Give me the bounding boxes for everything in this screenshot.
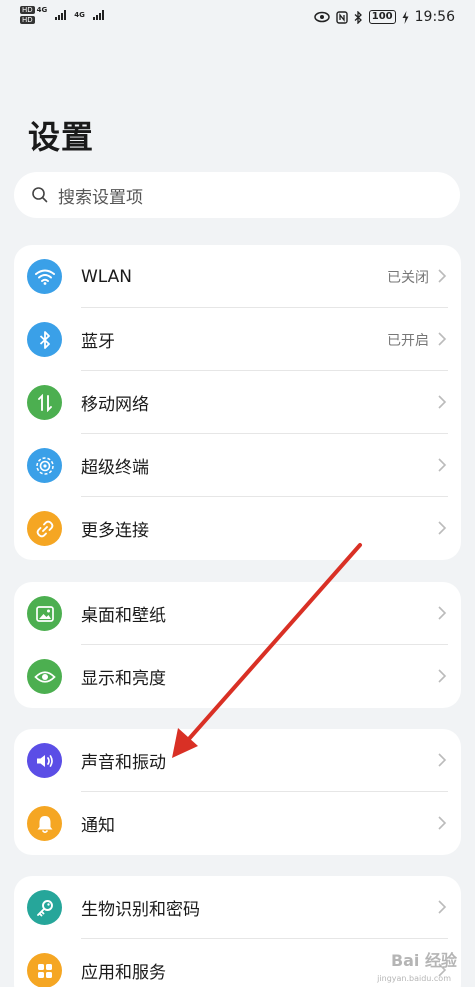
setting-status: 已关闭 xyxy=(387,269,429,286)
sim2-signal-icon xyxy=(92,10,104,20)
link-icon xyxy=(27,511,62,546)
sim1-network-type: 4G xyxy=(36,6,48,14)
setting-label: 蓝牙 xyxy=(81,332,115,352)
setting-label: 声音和振动 xyxy=(81,753,166,773)
setting-status: 已开启 xyxy=(387,332,429,349)
wallpaper-icon xyxy=(27,596,62,631)
chevron-right-icon xyxy=(438,332,447,346)
status-bar: HD 4G HD 4G 100 19:56 xyxy=(0,0,475,38)
search-icon xyxy=(32,187,48,203)
chevron-right-icon xyxy=(438,606,447,620)
bluetooth-status-icon xyxy=(354,10,362,24)
super-device-icon xyxy=(27,448,62,483)
nfc-icon xyxy=(336,10,348,24)
sim2-network-type: 4G xyxy=(74,11,85,19)
watermark-url: jingyan.baidu.com xyxy=(377,974,451,983)
chevron-right-icon xyxy=(438,269,447,283)
setting-label: 应用和服务 xyxy=(81,963,166,983)
chevron-right-icon xyxy=(438,521,447,535)
chevron-right-icon xyxy=(438,900,447,914)
sim1-signal-icon xyxy=(55,10,67,20)
setting-label: 显示和亮度 xyxy=(81,669,166,689)
bell-icon xyxy=(27,806,62,841)
setting-notifications[interactable]: 通知 xyxy=(14,792,461,855)
settings-group-sound: 声音和振动 通知 xyxy=(14,729,461,855)
watermark-logo: Bai 经验 xyxy=(390,951,457,970)
page-title: 设置 xyxy=(28,118,95,156)
signal-indicators: HD 4G HD 4G xyxy=(20,6,104,24)
sim1-row: HD 4G xyxy=(20,6,47,14)
chevron-right-icon xyxy=(438,669,447,683)
volume-icon xyxy=(27,743,62,778)
chevron-right-icon xyxy=(438,395,447,409)
sim2-hd-tag: HD xyxy=(20,16,35,24)
wifi-icon xyxy=(27,259,62,294)
eye-comfort-icon xyxy=(314,11,330,23)
charging-icon xyxy=(402,10,409,24)
settings-group-display: 桌面和壁纸 显示和亮度 xyxy=(14,582,461,708)
setting-mobile-network[interactable]: 移动网络 xyxy=(14,371,461,434)
chevron-right-icon xyxy=(438,816,447,830)
setting-desktop-wallpaper[interactable]: 桌面和壁纸 xyxy=(14,582,461,645)
setting-label: WLAN xyxy=(81,266,133,287)
setting-more-connections[interactable]: 更多连接 xyxy=(14,497,461,560)
sim-status: HD 4G HD xyxy=(20,6,47,24)
settings-group-connectivity: WLAN 已关闭 蓝牙 已开启 移动网络 超级终端 更多连接 xyxy=(14,245,461,560)
clock: 19:56 xyxy=(414,9,455,25)
chevron-right-icon xyxy=(438,753,447,767)
sim1-hd-tag: HD xyxy=(20,6,35,14)
setting-biometrics-password[interactable]: 生物识别和密码 xyxy=(14,876,461,939)
search-bar[interactable]: 搜索设置项 xyxy=(14,172,460,218)
setting-display-brightness[interactable]: 显示和亮度 xyxy=(14,645,461,708)
settings-screen: HD 4G HD 4G 100 19:56 设置 搜索设置项 WLAN 已关闭 … xyxy=(0,0,475,987)
setting-label: 超级终端 xyxy=(81,458,149,478)
bluetooth-icon xyxy=(27,322,62,357)
setting-bluetooth[interactable]: 蓝牙 已开启 xyxy=(14,308,461,371)
status-right: 100 19:56 xyxy=(314,9,455,25)
apps-icon xyxy=(27,953,62,987)
sim2-row: HD xyxy=(20,16,47,24)
setting-label: 桌面和壁纸 xyxy=(81,606,166,626)
setting-sound-vibration[interactable]: 声音和振动 xyxy=(14,729,461,792)
setting-wlan[interactable]: WLAN 已关闭 xyxy=(14,245,461,308)
setting-label: 移动网络 xyxy=(81,395,149,415)
key-icon xyxy=(27,890,62,925)
setting-label: 生物识别和密码 xyxy=(81,900,200,920)
battery-indicator: 100 xyxy=(368,10,396,24)
setting-label: 通知 xyxy=(81,816,115,836)
eye-icon xyxy=(27,659,62,694)
mobile-data-icon xyxy=(27,385,62,420)
setting-label: 更多连接 xyxy=(81,521,149,541)
chevron-right-icon xyxy=(438,458,447,472)
search-placeholder: 搜索设置项 xyxy=(58,187,143,208)
setting-super-device[interactable]: 超级终端 xyxy=(14,434,461,497)
